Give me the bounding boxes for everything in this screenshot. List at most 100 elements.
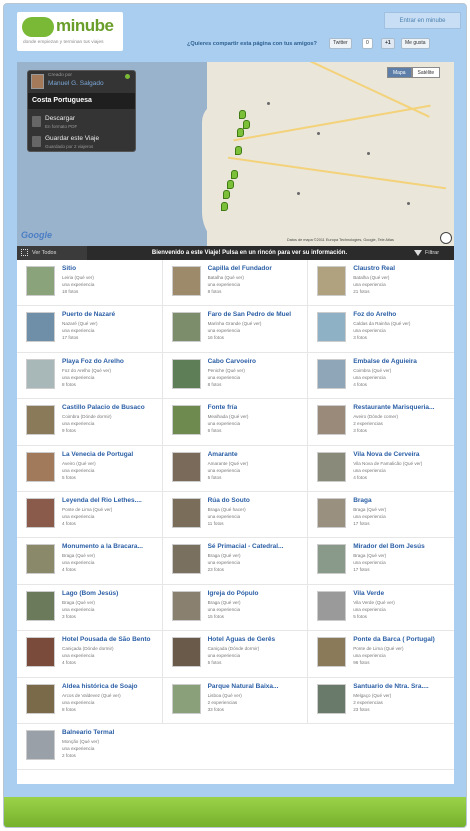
twitter-button[interactable]: Twitter — [329, 38, 352, 49]
place-thumbnail[interactable] — [26, 683, 55, 714]
place-name[interactable]: Aldea histórica de Soajo — [62, 683, 138, 690]
place-card[interactable]: Leyenda del Rio Lethes.... Ponte de Lima … — [17, 491, 163, 539]
place-card[interactable]: Puerto de Nazaré Nazaré (Qué ver) una expe… — [17, 306, 163, 353]
map-marker[interactable] — [221, 202, 228, 211]
place-name[interactable]: La Venecia de Portugal — [62, 451, 133, 458]
place-card[interactable]: Embalse de Aguieira Coimbra (Qué ver) una … — [308, 353, 454, 399]
place-thumbnail[interactable] — [171, 266, 201, 296]
place-card[interactable]: Aldea histórica de Soajo Arcos de Valdeve… — [17, 677, 163, 724]
place-name[interactable]: Castillo Palacio de Busaco — [62, 404, 145, 411]
place-thumbnail[interactable] — [317, 544, 347, 575]
place-thumbnail[interactable] — [26, 590, 55, 621]
trip-map[interactable]: Mapa Satélite Google Datos de mapa ©2011… — [17, 62, 454, 246]
place-card[interactable]: Rúa do Souto Braga (Qué hacer) una experie… — [163, 491, 309, 539]
place-card[interactable]: Foz do Arelho Caldas da Rainha (Qué ver) u… — [308, 306, 454, 352]
place-name[interactable]: Capilla del Fundador — [208, 265, 272, 272]
place-thumbnail[interactable] — [317, 358, 347, 389]
place-thumbnail[interactable] — [171, 451, 201, 482]
place-thumbnail[interactable] — [26, 266, 55, 296]
place-thumbnail[interactable] — [317, 683, 347, 714]
place-name[interactable]: Leyenda del Rio Lethes.... — [62, 497, 142, 504]
save-trip-button[interactable]: Guardar este Viaje Guardado por 2 viajer… — [28, 133, 135, 153]
place-card[interactable]: Ponte da Barca ( Portugal) Ponte de Lima … — [308, 631, 454, 677]
place-name[interactable]: Embalse de Aguieira — [353, 358, 417, 365]
avatar[interactable] — [31, 74, 44, 89]
place-name[interactable]: Balneario Termal — [62, 729, 114, 736]
place-name[interactable]: Lago (Bom Jesús) — [62, 590, 118, 597]
place-name[interactable]: Vila Verde — [353, 590, 384, 597]
map-type-map[interactable]: Mapa — [387, 67, 412, 78]
place-thumbnail[interactable] — [171, 590, 201, 621]
place-card[interactable]: Monumento a la Bracara... Braga (Qué ver)… — [17, 538, 163, 585]
place-thumbnail[interactable] — [171, 497, 201, 528]
place-name[interactable]: Cabo Carvoeiro — [208, 358, 256, 365]
place-name[interactable]: Ponte da Barca ( Portugal) — [353, 636, 435, 643]
place-name[interactable]: Parque Natural Baixa... — [208, 683, 279, 690]
place-card[interactable]: Claustro Real Batalha (Qué ver) una experi… — [308, 260, 454, 306]
place-card[interactable]: Santuario de Ntra. Sra.... Melgaço (Qué v… — [308, 678, 454, 724]
place-name[interactable]: Faro de San Pedro de Muel — [208, 311, 291, 318]
place-card[interactable]: Vila Verde Vila Verde (Qué ver) una experi… — [308, 585, 454, 631]
place-thumbnail[interactable] — [317, 637, 347, 668]
map-marker[interactable] — [227, 180, 234, 189]
place-thumbnail[interactable] — [317, 266, 347, 296]
facebook-like-button[interactable]: Me gusta — [401, 38, 430, 49]
map-type-satellite[interactable]: Satélite — [411, 67, 441, 78]
place-card[interactable]: Sé Primacial - Catedral... Braga (Qué ver… — [163, 538, 309, 585]
place-card[interactable]: La Venecia de Portugal Aveiro (Qué ver) un… — [17, 445, 163, 492]
place-thumbnail[interactable] — [26, 497, 55, 528]
login-button[interactable]: Entrar en minube — [384, 12, 461, 29]
place-thumbnail[interactable] — [317, 451, 347, 482]
place-card[interactable]: Playa Foz do Arelho Foz do Arelho (Qué ve… — [17, 352, 163, 400]
place-card[interactable]: Vila Nova de Cerveira Vila Nova de Famali… — [308, 446, 454, 492]
place-card[interactable]: Braga Braga (Qué ver) una experiencia 17 fo… — [308, 492, 454, 538]
map-marker[interactable] — [235, 146, 242, 155]
place-name[interactable]: Sitio — [62, 265, 76, 272]
place-name[interactable]: Monumento a la Bracara... — [62, 543, 143, 550]
place-card[interactable]: Parque Natural Baixa... Lisboa (Qué ver) 2… — [163, 677, 309, 724]
place-thumbnail[interactable] — [26, 729, 55, 760]
place-card[interactable]: Mirador del Bom Jesús Braga (Qué ver) una … — [308, 538, 454, 584]
place-thumbnail[interactable] — [171, 544, 201, 575]
close-icon[interactable] — [125, 74, 130, 79]
place-name[interactable]: Claustro Real — [353, 265, 395, 272]
place-thumbnail[interactable] — [26, 405, 55, 436]
place-card[interactable]: Igreja do Pópulo Braga (Qué ver) una exper… — [163, 584, 309, 632]
place-name[interactable]: Foz do Arelho — [353, 311, 396, 318]
place-card[interactable]: Hotel Águas de Gerês Caniçada (Dónde dorm… — [163, 631, 309, 678]
place-thumbnail[interactable] — [171, 683, 201, 714]
map-marker[interactable] — [239, 110, 246, 119]
place-card[interactable]: Hotel Pousada de São Bento Caniçada (Dónd… — [17, 631, 163, 678]
filter-button[interactable]: Filtrar — [412, 250, 454, 256]
place-thumbnail[interactable] — [317, 497, 347, 528]
place-name[interactable]: Hotel Pousada de São Bento — [62, 636, 151, 643]
place-card[interactable]: Sitio Leiria (Qué ver) una experiencia 18 f… — [17, 260, 163, 307]
place-thumbnail[interactable] — [171, 405, 201, 436]
map-marker[interactable] — [243, 120, 250, 129]
place-thumbnail[interactable] — [26, 637, 55, 668]
gplus-button[interactable]: +1 — [381, 38, 395, 49]
place-thumbnail[interactable] — [26, 544, 55, 575]
place-thumbnail[interactable] — [26, 358, 55, 389]
place-name[interactable]: Braga — [353, 497, 371, 504]
place-card[interactable]: Balneario Termal Monção (Qué ver) una expe… — [17, 724, 163, 770]
download-button[interactable]: Descargar En formato PDF — [28, 113, 135, 133]
place-thumbnail[interactable] — [317, 312, 347, 343]
place-name[interactable]: Restaurante Marisqueria... — [353, 404, 434, 411]
place-card[interactable]: Castillo Palacio de Busaco Coimbra (Dónde… — [17, 399, 163, 446]
place-card[interactable]: Cabo Carvoeiro Peniche (Qué ver) una exper… — [163, 352, 309, 400]
place-card[interactable]: Faro de San Pedro de Muel Marinha Grande … — [163, 306, 309, 353]
place-name[interactable]: Fonte fría — [208, 404, 238, 411]
place-name[interactable]: Amarante — [208, 451, 238, 458]
author-link[interactable]: Manuel G. Salgado — [48, 80, 104, 87]
place-thumbnail[interactable] — [317, 590, 347, 621]
place-name[interactable]: Hotel Águas de Gerês — [208, 636, 276, 643]
place-card[interactable]: Amarante Amarante (Qué ver) una experienci… — [163, 445, 309, 492]
place-thumbnail[interactable] — [171, 312, 201, 343]
place-name[interactable]: Mirador del Bom Jesús — [353, 543, 425, 550]
place-name[interactable]: Sé Primacial - Catedral... — [208, 543, 284, 550]
place-name[interactable]: Puerto de Nazaré — [62, 311, 115, 318]
place-name[interactable]: Vila Nova de Cerveira — [353, 451, 419, 458]
map-marker[interactable] — [237, 128, 244, 137]
place-card[interactable]: Restaurante Marisqueria... Aveiro (Dónde … — [308, 399, 454, 445]
